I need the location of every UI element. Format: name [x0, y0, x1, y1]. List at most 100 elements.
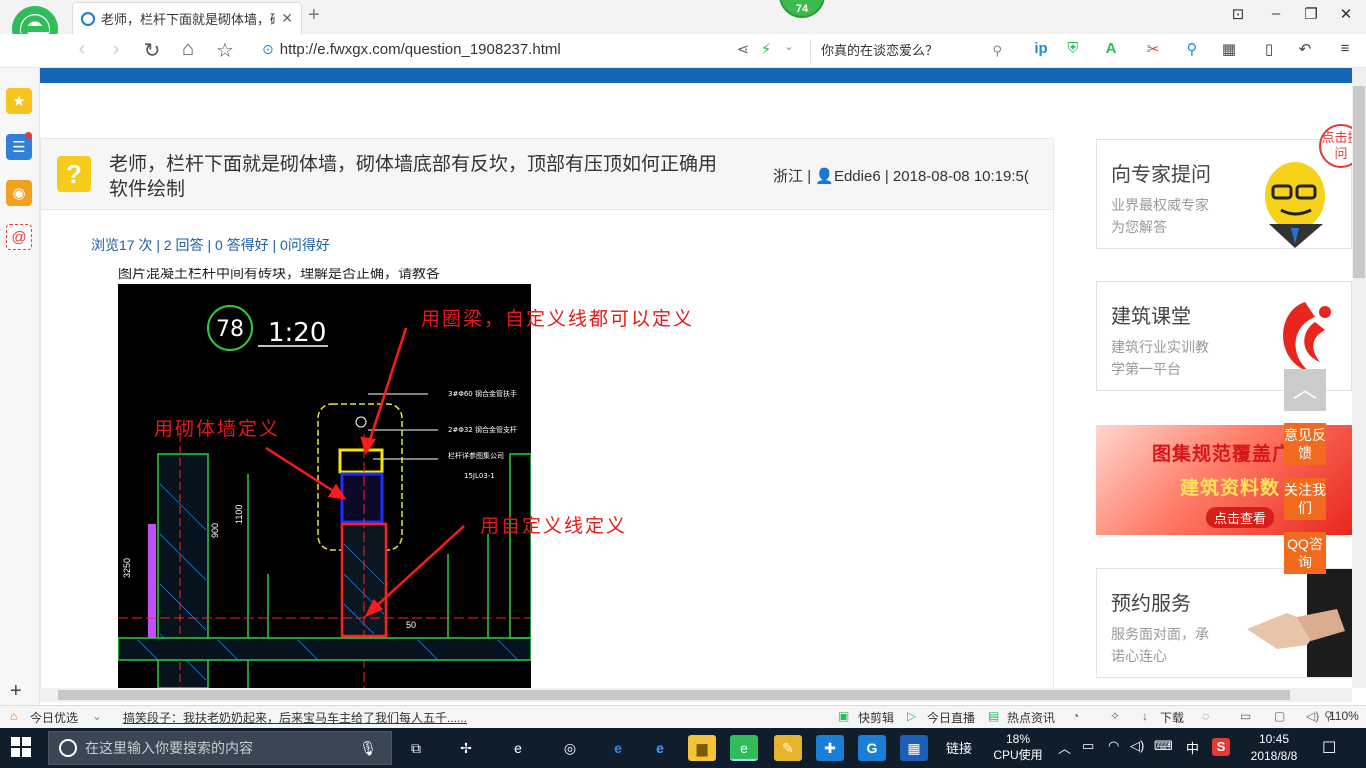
- address-bar[interactable]: ⊙ http://e.fwxgx.com/question_1908237.ht…: [262, 41, 561, 58]
- pin-icon[interactable]: ✧: [1110, 709, 1120, 723]
- today-pick-link[interactable]: 今日优选: [30, 709, 78, 726]
- links-toolbar[interactable]: 链接: [946, 738, 972, 757]
- fan-app-icon[interactable]: ✢: [452, 735, 480, 761]
- share-icon[interactable]: ⋖: [732, 40, 754, 58]
- site-info-icon[interactable]: ⊙: [262, 41, 274, 58]
- weibo-icon[interactable]: ◉: [6, 180, 32, 206]
- feedback-button[interactable]: 意见反馈: [1284, 423, 1326, 465]
- battery-icon[interactable]: ▭: [1082, 738, 1094, 754]
- image-cropped-caption: 图片混凝土栏杆中间有砖块，理解是否正确，请教各: [118, 268, 531, 284]
- live-link[interactable]: 今日直播: [927, 709, 975, 726]
- cad-label-4: 15JL03-1: [464, 472, 495, 480]
- appointment-card[interactable]: 预约服务 服务面对面，承诺心连心: [1096, 568, 1353, 678]
- globe-icon[interactable]: ◌: [1202, 709, 1209, 723]
- internet-explorer-icon[interactable]: e: [646, 735, 674, 761]
- tab-title: 老师，栏杆下面就是砌体墙，砌体墙底部有反坎，顶部有压顶如何正确用软件绘制: [101, 12, 275, 27]
- accelerate-icon[interactable]: ⚡: [755, 40, 777, 58]
- windows-start-icon[interactable]: [10, 736, 32, 758]
- annotation-custom-line: 用自定义线定义: [480, 515, 628, 537]
- horizontal-scroll-thumb[interactable]: [58, 690, 1290, 700]
- refresh-icon[interactable]: ↻: [140, 38, 164, 63]
- minimize-button[interactable]: –: [1266, 5, 1286, 22]
- volume-icon[interactable]: ◁): [1306, 709, 1319, 723]
- taskbar-search-placeholder[interactable]: 在这里输入你要搜索的内容: [85, 740, 253, 756]
- banner-line-1: 图集规范覆盖广: [1152, 444, 1293, 465]
- wifi-icon[interactable]: ◠: [1108, 738, 1119, 754]
- back-to-top-button[interactable]: ︿: [1284, 369, 1326, 411]
- cpu-meter[interactable]: 18% CPU使用: [992, 731, 1044, 763]
- cad-label-1: 3#Φ60 钢合金管扶手: [448, 389, 517, 398]
- page-favicon-icon: [81, 11, 95, 26]
- chevron-down-icon[interactable]: ⌄: [778, 40, 800, 53]
- task-view-icon[interactable]: ⧉: [402, 735, 430, 761]
- spiral-app-icon[interactable]: ◎: [556, 735, 584, 761]
- dim-label-1100: 1100: [234, 505, 244, 524]
- reader-icon[interactable]: ▯: [1258, 40, 1280, 58]
- headline-link[interactable]: 搞笑段子：我扶老奶奶起来，后来宝马车主给了我们每人五千......: [123, 709, 467, 726]
- vertical-scroll-thumb[interactable]: [1353, 86, 1365, 278]
- apps-grid-icon[interactable]: ▦: [1218, 40, 1240, 58]
- g-app-icon[interactable]: G: [858, 735, 886, 761]
- browser-taskbar-icon[interactable]: e: [730, 735, 758, 761]
- taskbar-search[interactable]: 在这里输入你要搜索的内容 🎙: [48, 731, 392, 765]
- calendar-app-icon[interactable]: ▦: [900, 735, 928, 761]
- notes-app-icon[interactable]: ✎: [774, 735, 802, 761]
- clock-time: 10:45: [1258, 732, 1290, 746]
- browser-sidebar: [0, 68, 40, 708]
- ask-expert-card[interactable]: 向专家提问 业界最权威专家为您解答 点击提问: [1096, 124, 1363, 249]
- browser-tab[interactable]: 老师，栏杆下面就是砌体墙，砌体墙底部有反坎，顶部有压顶如何正确用软件绘制 ✕: [72, 2, 302, 34]
- speaker-icon[interactable]: ◁): [1130, 738, 1144, 754]
- favorites-icon[interactable]: ★: [6, 88, 32, 114]
- keyboard-icon[interactable]: ⌨: [1154, 738, 1173, 754]
- email-icon[interactable]: @: [6, 224, 32, 250]
- favorite-star-icon[interactable]: ☆: [213, 38, 237, 63]
- window-icon[interactable]: ▭: [1240, 709, 1251, 723]
- plus-app-icon[interactable]: ✚: [816, 735, 844, 761]
- tray-expand-icon[interactable]: ︿: [1058, 738, 1071, 757]
- shield-icon[interactable]: ⛨: [1062, 40, 1084, 57]
- classroom-title: 建筑课堂: [1111, 306, 1191, 328]
- menu-icon[interactable]: ≡: [1334, 40, 1356, 57]
- search-input[interactable]: 你真的在谈恋爱么？: [821, 43, 938, 58]
- chevron-down-icon[interactable]: ⌄: [92, 709, 102, 723]
- taskbar-clock[interactable]: 10:45 2018/8/8: [1248, 731, 1300, 765]
- new-tab-button[interactable]: +: [308, 4, 320, 27]
- qq-consult-button[interactable]: QQ咨询: [1284, 532, 1326, 574]
- skin-icon[interactable]: ⊡: [1228, 5, 1248, 23]
- forward-icon[interactable]: ›: [104, 38, 128, 61]
- question-author[interactable]: Eddie6: [834, 168, 881, 185]
- undo-icon[interactable]: ↶: [1294, 40, 1316, 58]
- magnifier-icon[interactable]: ⚲: [1181, 40, 1203, 58]
- home-icon[interactable]: ⌂: [176, 38, 200, 61]
- ip-extension-icon[interactable]: ip: [1030, 40, 1052, 57]
- hot-news-link[interactable]: 热点资讯: [1007, 709, 1055, 726]
- back-icon[interactable]: ‹: [70, 38, 94, 61]
- follow-us-button[interactable]: 关注我们: [1284, 478, 1326, 520]
- edge-icon[interactable]: e: [604, 735, 632, 761]
- dim-label-50: 50: [406, 620, 416, 630]
- microphone-icon[interactable]: 🎙: [359, 732, 377, 764]
- restore-button[interactable]: ❐: [1301, 5, 1321, 23]
- sogou-ime-icon[interactable]: S: [1212, 738, 1230, 756]
- download-link[interactable]: 下载: [1160, 709, 1184, 726]
- zoom-level[interactable]: 110%: [1329, 709, 1359, 723]
- page-icon[interactable]: ▢: [1274, 709, 1285, 723]
- ime-indicator[interactable]: 中: [1186, 738, 1199, 757]
- speed-icon[interactable]: ◔: [1072, 709, 1079, 723]
- banner-view-button[interactable]: 点击查看: [1206, 507, 1275, 528]
- translate-icon[interactable]: A: [1100, 40, 1122, 57]
- address-url[interactable]: http://e.fwxgx.com/question_1908237.html: [280, 41, 561, 58]
- action-center-icon[interactable]: ☐: [1322, 738, 1336, 758]
- tab-close-icon[interactable]: ✕: [281, 10, 293, 27]
- question-stats: 浏览17 次 | 2 回答 | 0 答得好 | 0问得好: [91, 237, 330, 253]
- search-box[interactable]: 你真的在谈恋爱么？ ⚲: [810, 39, 1010, 63]
- scale-number: 78: [216, 317, 244, 342]
- sidebar-add-icon[interactable]: +: [10, 680, 22, 703]
- scissors-icon[interactable]: ✂: [1142, 40, 1164, 58]
- ie-e-icon[interactable]: e: [504, 735, 532, 761]
- quick-edit-link[interactable]: 快剪辑: [858, 709, 894, 726]
- search-icon[interactable]: ⚲: [992, 39, 1002, 63]
- file-explorer-icon[interactable]: ▆: [688, 735, 716, 761]
- site-header-bar: [40, 68, 1352, 83]
- close-window-button[interactable]: ✕: [1336, 5, 1356, 23]
